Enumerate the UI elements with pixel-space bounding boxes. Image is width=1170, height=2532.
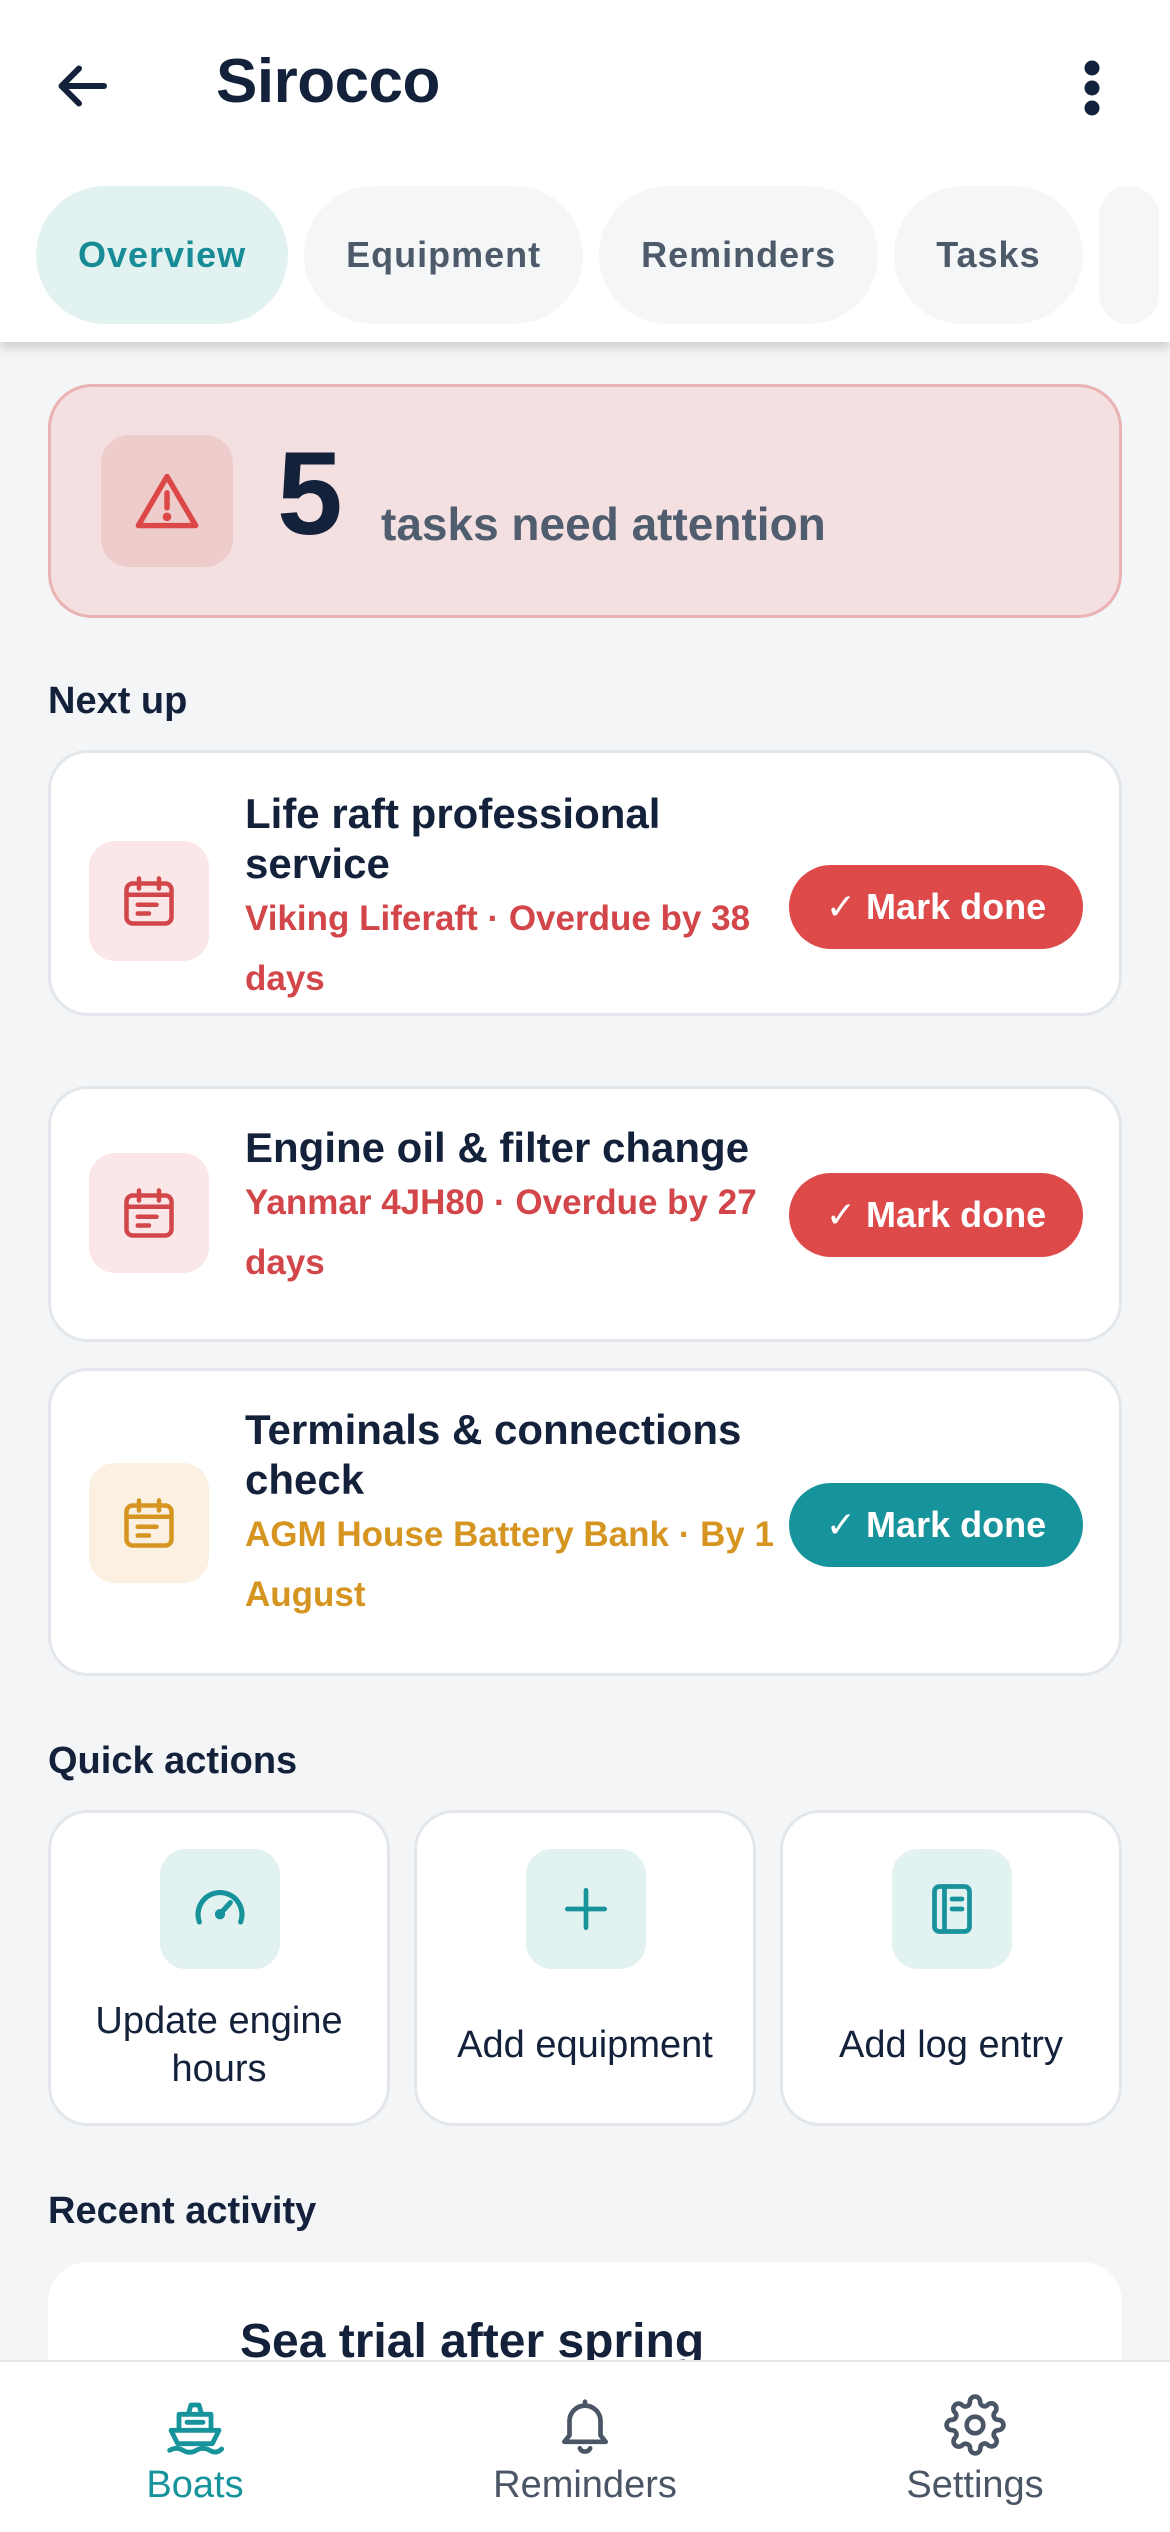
nav-label: Settings	[906, 2464, 1044, 2506]
qa-label: Add log entry	[839, 2024, 1063, 2066]
task-card[interactable]: Terminals & connections check AGM House …	[48, 1368, 1122, 1676]
overview-content[interactable]: 5 tasks need attention Next up Life raft…	[0, 342, 1170, 2360]
nav-label: Reminders	[493, 2464, 677, 2506]
qa-label: Add equipment	[457, 2024, 713, 2066]
warning-triangle-icon	[135, 473, 199, 529]
task-title: Terminals & connections check	[245, 1406, 742, 1503]
gauge-icon	[195, 1889, 245, 1925]
tab-overview[interactable]: Overview	[36, 186, 289, 324]
tab-equipment[interactable]: Equipment	[304, 186, 584, 324]
task-subtitle: Yanmar 4JH80 · Overdue by 27 days	[245, 1183, 757, 1282]
qa-icon-container	[526, 1849, 646, 1969]
page-title: Sirocco	[216, 47, 440, 116]
tab-overflow[interactable]	[1098, 186, 1159, 324]
nav-label: Boats	[146, 2464, 244, 2506]
nav-reminders[interactable]: Reminders	[390, 2362, 780, 2532]
add-equipment-button[interactable]: Add equipment	[414, 1810, 756, 2126]
task-title: Life raft professional service	[245, 790, 661, 887]
attention-alert[interactable]: 5 tasks need attention	[48, 384, 1122, 618]
activity-card[interactable]: Sea trial after spring	[48, 2262, 1122, 2360]
task-subtitle: AGM House Battery Bank · By 1 August	[245, 1515, 775, 1614]
more-options-button[interactable]	[1060, 52, 1124, 124]
task-icon-container	[89, 1463, 209, 1583]
more-vertical-icon	[1084, 60, 1100, 116]
nav-icon-container	[160, 2390, 230, 2460]
task-card[interactable]: Engine oil & filter change Yanmar 4JH80 …	[48, 1086, 1122, 1342]
mark-done-button[interactable]: ✓ Mark done	[789, 865, 1083, 949]
tab-tasks[interactable]: Tasks	[894, 186, 1083, 324]
qa-icon-container	[892, 1849, 1012, 1969]
arrow-left-icon	[58, 65, 107, 107]
plus-icon	[565, 1888, 607, 1930]
boat-icon	[167, 2402, 225, 2455]
notebook-icon	[932, 1884, 972, 1934]
back-button[interactable]	[46, 48, 122, 124]
calendar-icon	[124, 1188, 174, 1238]
attention-text: tasks need attention	[381, 498, 826, 550]
add-log-entry-button[interactable]: Add log entry	[780, 1810, 1122, 2126]
task-subtitle: Viking Liferaft · Overdue by 38 days	[245, 899, 751, 998]
quick-actions-heading: Quick actions	[48, 1740, 298, 1782]
next-up-heading: Next up	[48, 680, 188, 722]
bottom-navigation: Boats Reminders Settings	[0, 2360, 1170, 2532]
tab-bar: Overview Equipment Reminders Tasks	[36, 186, 1170, 324]
nav-boats[interactable]: Boats	[0, 2362, 390, 2532]
qa-icon-container	[160, 1849, 280, 1969]
nav-icon-container	[940, 2390, 1010, 2460]
gear-icon	[944, 2394, 1006, 2456]
tab-reminders[interactable]: Reminders	[599, 186, 879, 324]
task-icon-container	[89, 1153, 209, 1273]
task-card[interactable]: Life raft professional service Viking Li…	[48, 750, 1122, 1016]
top-app-bar: Sirocco Overview Equipment Reminders Tasks	[0, 0, 1170, 342]
update-engine-hours-button[interactable]: Update engine hours	[48, 1810, 390, 2126]
mark-done-button[interactable]: ✓ Mark done	[789, 1173, 1083, 1257]
recent-activity-heading: Recent activity	[48, 2190, 317, 2232]
nav-icon-container	[550, 2390, 620, 2460]
alert-icon-container	[101, 435, 233, 567]
calendar-icon	[124, 1498, 174, 1548]
task-icon-container	[89, 841, 209, 961]
bell-icon	[562, 2399, 608, 2454]
attention-count: 5	[277, 428, 343, 560]
task-title: Engine oil & filter change	[245, 1124, 750, 1171]
mark-done-button[interactable]: ✓ Mark done	[789, 1483, 1083, 1567]
calendar-icon	[124, 876, 174, 926]
nav-settings[interactable]: Settings	[780, 2362, 1170, 2532]
activity-title: Sea trial after spring	[240, 2315, 705, 2360]
qa-label: Update engine hours	[95, 2000, 343, 2090]
